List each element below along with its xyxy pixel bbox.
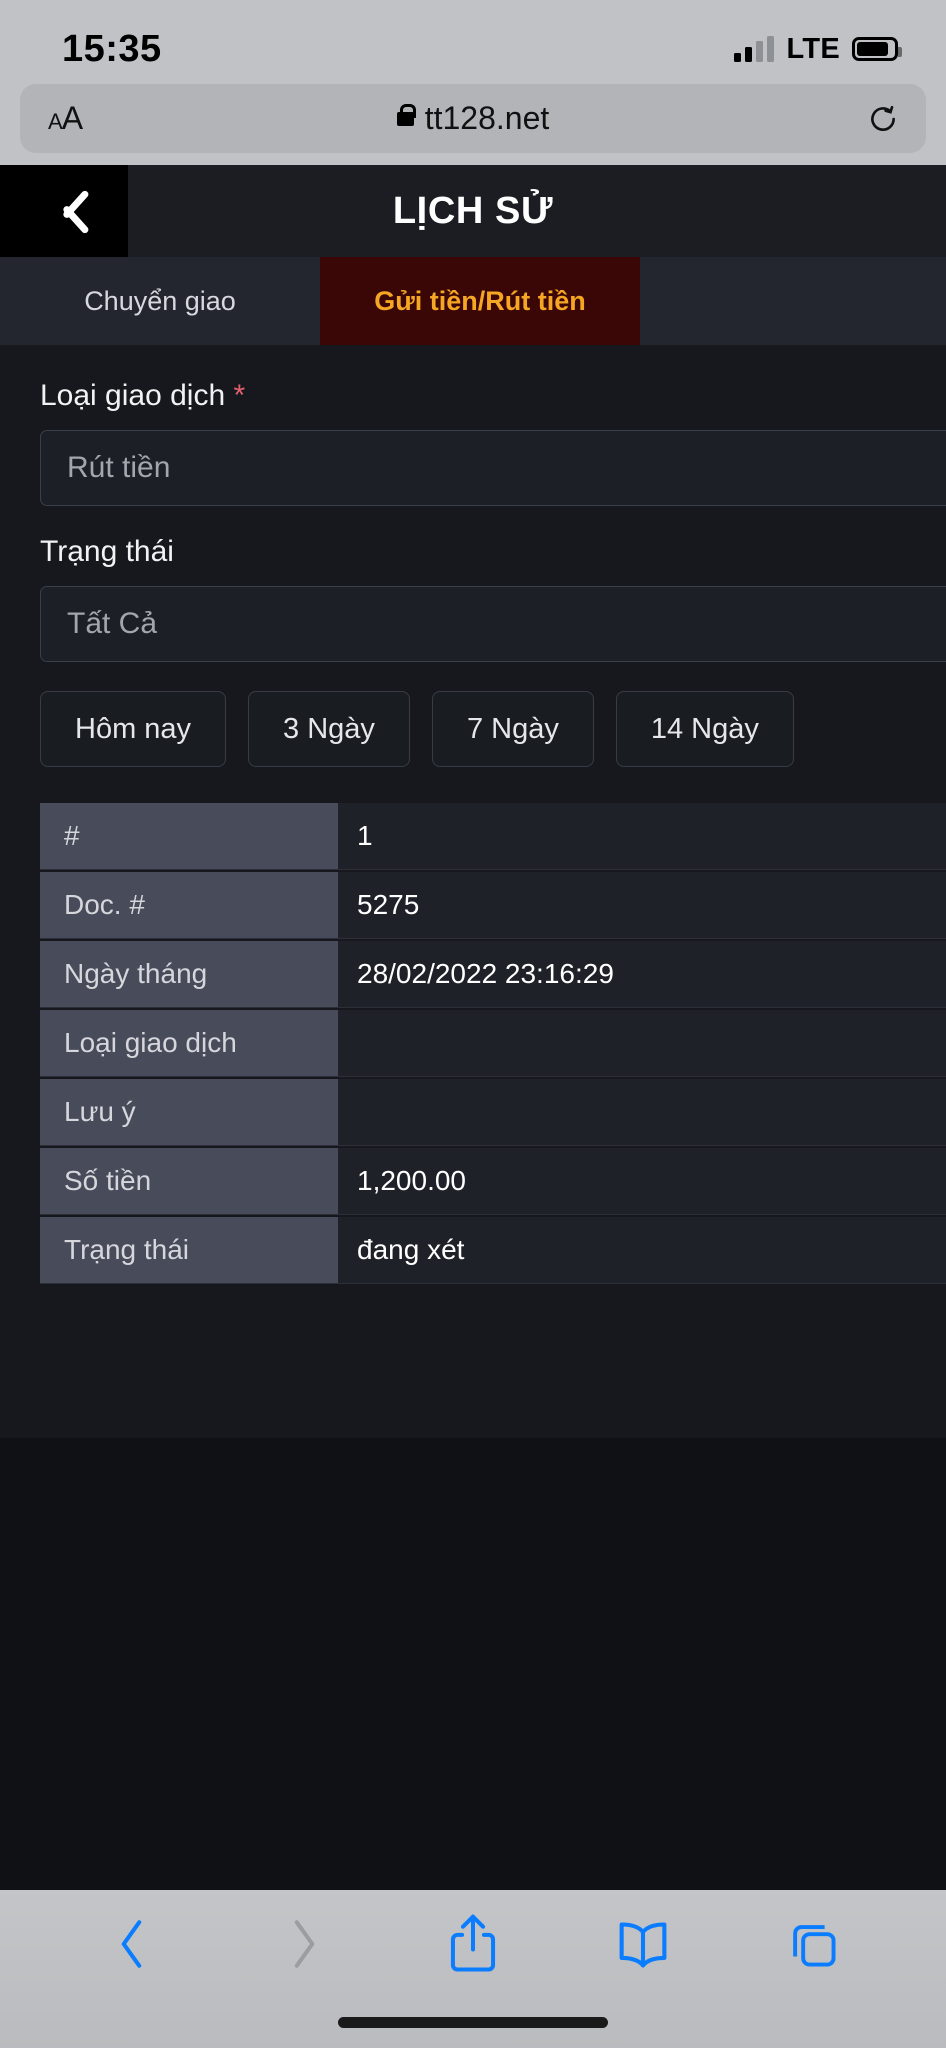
browser-urlbar-container: AA tt128.net [0, 82, 946, 165]
range-button-7-days[interactable]: 7 Ngày [431, 691, 594, 767]
browser-back-button[interactable] [48, 1913, 218, 1975]
tabs-icon[interactable] [728, 1916, 898, 1972]
lock-icon [396, 103, 417, 126]
table-row-key: Trạng thái [40, 1217, 338, 1284]
table-row-value: 28/02/2022 23:16:29 [338, 941, 946, 1008]
battery-icon [852, 37, 902, 61]
network-type-label: LTE [786, 32, 840, 65]
table-row: Trạng thái đang xét [40, 1217, 946, 1284]
tab-bar-filler [640, 257, 946, 345]
reload-icon[interactable] [868, 104, 898, 134]
table-row-value: 1,200.00 [338, 1148, 946, 1215]
table-row-value: 5275 [338, 872, 946, 939]
table-row: Lưu ý [40, 1079, 946, 1146]
page-title: LỊCH SỬ [392, 189, 554, 232]
table-row-key: Ngày tháng [40, 941, 338, 1008]
range-button-3-days[interactable]: 3 Ngày [248, 691, 410, 767]
table-row: Doc. # 5275 [40, 872, 946, 939]
status-bar-clock: 15:35 [62, 27, 162, 70]
range-button-14-days[interactable]: 14 Ngày [615, 691, 794, 767]
table-row-value [338, 1010, 946, 1077]
transaction-type-label: Loại giao dịch * [40, 379, 946, 413]
text-size-button[interactable]: AA [48, 100, 83, 137]
table-row: Ngày tháng 28/02/2022 23:16:29 [40, 941, 946, 1008]
address-bar-center: tt128.net [20, 100, 926, 137]
table-row-key: # [40, 803, 338, 870]
table-row-value: đang xét [338, 1217, 946, 1284]
browser-bottom-toolbar [0, 1890, 946, 2048]
table-row-key: Doc. # [40, 872, 338, 939]
app-root: 15:35 LTE AA tt128.net LỊCH SỬ Chuyển gi… [0, 0, 946, 2048]
table-row-key: Số tiền [40, 1148, 338, 1215]
table-row: # 1 [40, 803, 946, 870]
url-text: tt128.net [424, 100, 550, 136]
transaction-detail-table: # 1 Doc. # 5275 Ngày tháng 28/02/2022 23… [40, 801, 946, 1286]
range-button-today[interactable]: Hôm nay [40, 691, 227, 767]
table-row-value: 1 [338, 803, 946, 870]
table-row: Số tiền 1,200.00 [40, 1148, 946, 1215]
status-bar-indicators: LTE [734, 32, 902, 66]
table-row-key: Lưu ý [40, 1079, 338, 1146]
ios-status-bar: 15:35 LTE [0, 0, 946, 82]
main-content: Loại giao dịch * Rút tiền Trạng thái Tất… [0, 345, 946, 1438]
status-select[interactable]: Tất Cả [40, 586, 946, 662]
required-marker: * [233, 379, 246, 412]
date-range-buttons: Hôm nay 3 Ngày 7 Ngày 14 Ngày [40, 691, 946, 767]
browser-forward-button[interactable] [218, 1913, 388, 1975]
table-row: Loại giao dịch [40, 1010, 946, 1077]
transaction-type-select[interactable]: Rút tiền [40, 430, 946, 506]
table-row-value [338, 1079, 946, 1146]
cellular-signal-icon [734, 36, 775, 62]
address-bar[interactable]: AA tt128.net [20, 84, 926, 153]
bookmarks-icon[interactable] [558, 1916, 728, 1972]
browser-toolbar-icons [0, 1890, 946, 1986]
status-label: Trạng thái [40, 535, 174, 568]
table-row-key: Loại giao dịch [40, 1010, 338, 1077]
tab-chuyen-giao[interactable]: Chuyển giao [0, 257, 320, 345]
tab-bar: Chuyển giao Gửi tiền/Rút tiền [0, 257, 946, 345]
transaction-type-label-text: Loại giao dịch [40, 379, 226, 412]
home-indicator [338, 2017, 608, 2028]
tab-gui-tien-rut-tien[interactable]: Gửi tiền/Rút tiền [320, 257, 640, 345]
share-icon[interactable] [388, 1913, 558, 1975]
app-header: LỊCH SỬ [0, 165, 946, 257]
